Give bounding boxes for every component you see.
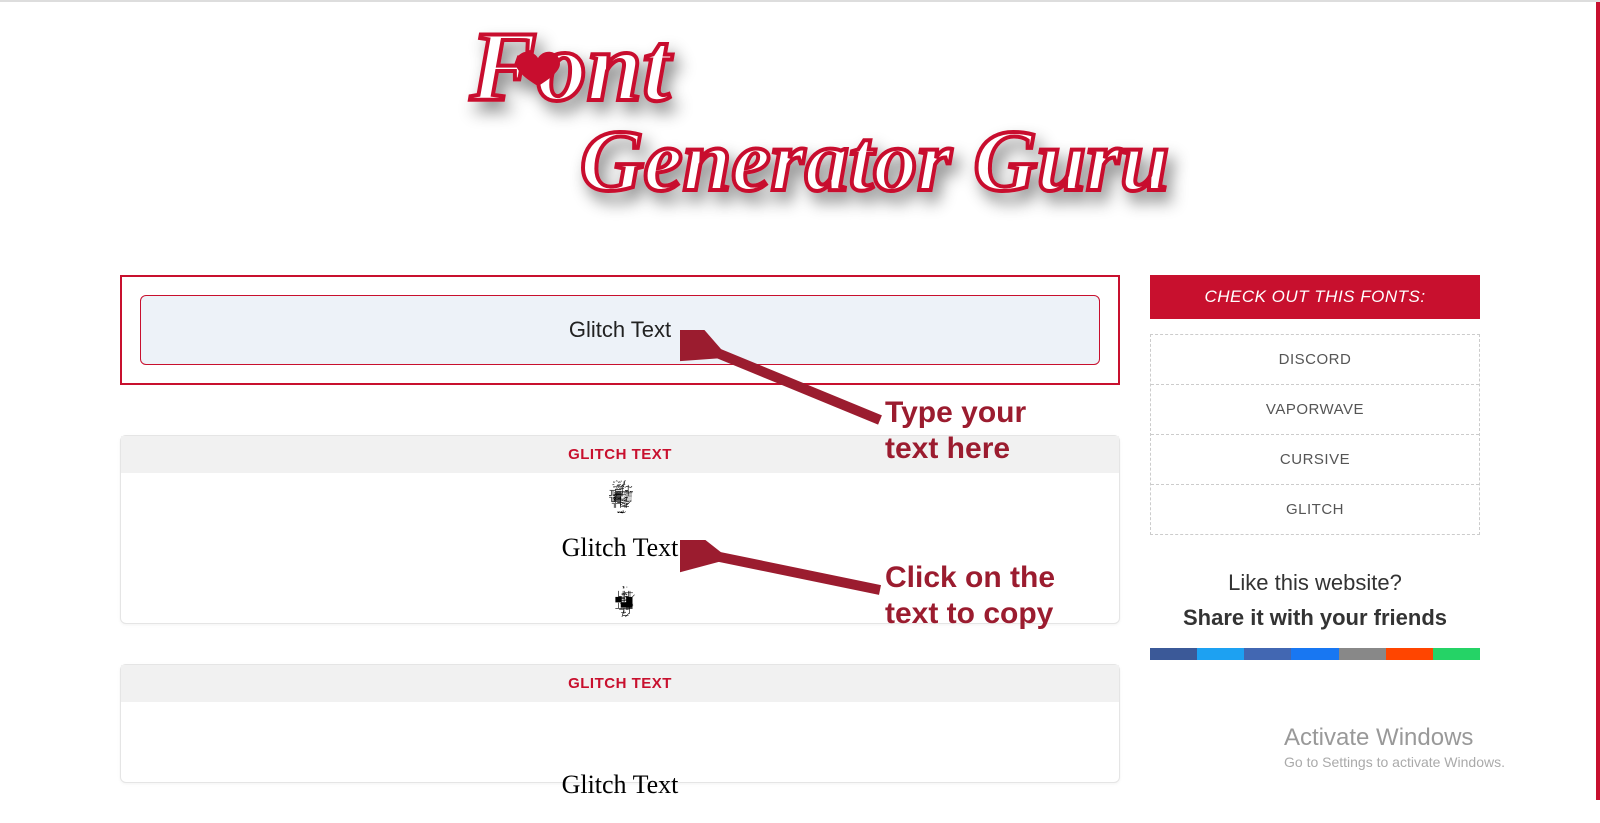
social-share-button[interactable] <box>1244 648 1291 660</box>
right-accent-border <box>1596 2 1600 800</box>
glitch-output: Glitch Text <box>562 770 679 800</box>
site-logo: Font Generator Guru <box>410 10 1190 240</box>
input-container <box>120 275 1120 385</box>
glitch-decoration-icon: ҈ ̴ ͢ ҉ ̷ ̸─͟͞═̶͢│̵͠┤̴╬̷͘▓̸͜░̴͞▒╣̶͠┼̵͟╠̷… <box>535 481 705 511</box>
social-share-button[interactable] <box>1386 648 1433 660</box>
social-share-button[interactable] <box>1291 648 1338 660</box>
result-header: GLITCH TEXT <box>121 665 1119 702</box>
result-card: GLITCH TEXT Glitch Text <box>120 664 1120 783</box>
logo-area: Font Generator Guru <box>0 0 1600 275</box>
font-link-cursive[interactable]: CURSIVE <box>1151 435 1479 485</box>
share-heading-2: Share it with your friends <box>1150 604 1480 633</box>
svg-text:Generator Guru: Generator Guru <box>580 113 1169 210</box>
result-body[interactable]: Glitch Text <box>121 702 1119 782</box>
social-share-button[interactable] <box>1197 648 1244 660</box>
text-input[interactable] <box>140 295 1100 365</box>
result-body[interactable]: Glitch Text ҈ ̴ ͢ ҉ ̷ ̸─͟͞═̶͢│̵͠┤̴╬̷͘▓̸͜… <box>121 473 1119 623</box>
windows-watermark: Activate Windows Go to Settings to activ… <box>1284 724 1505 770</box>
main-column: GLITCH TEXT Glitch Text ҈ ̴ ͢ ҉ ̷ ̸─͟͞═̶… <box>120 275 1120 823</box>
font-link-discord[interactable]: DISCORD <box>1151 335 1479 385</box>
glitch-output: Glitch Text <box>562 533 679 563</box>
font-link-glitch[interactable]: GLITCH <box>1151 485 1479 534</box>
watermark-title: Activate Windows <box>1284 724 1505 752</box>
font-links-list: DISCORD VAPORWAVE CURSIVE GLITCH <box>1150 334 1480 535</box>
social-share-button[interactable] <box>1150 648 1197 660</box>
svg-text:Font: Font <box>469 11 673 122</box>
share-box: Like this website? Share it with your fr… <box>1150 570 1480 660</box>
top-divider <box>0 0 1600 2</box>
glitch-decoration-icon: ̨̛ ̧̕ ̢͘├̶͟╟̵͞╢̷▀̴͠▄̸͜█┴̶͢┬̵͝┼͏ ̸ ̵ ̶ ̷ <box>538 587 708 617</box>
sidebar-title: CHECK OUT THIS FONTS: <box>1150 275 1480 319</box>
social-share-button[interactable] <box>1339 648 1386 660</box>
social-buttons-row <box>1150 648 1480 660</box>
watermark-subtitle: Go to Settings to activate Windows. <box>1284 754 1505 770</box>
social-share-button[interactable] <box>1433 648 1480 660</box>
result-card: GLITCH TEXT Glitch Text ҈ ̴ ͢ ҉ ̷ ̸─͟͞═̶… <box>120 435 1120 624</box>
font-link-vaporwave[interactable]: VAPORWAVE <box>1151 385 1479 435</box>
result-header: GLITCH TEXT <box>121 436 1119 473</box>
share-heading-1: Like this website? <box>1150 570 1480 596</box>
